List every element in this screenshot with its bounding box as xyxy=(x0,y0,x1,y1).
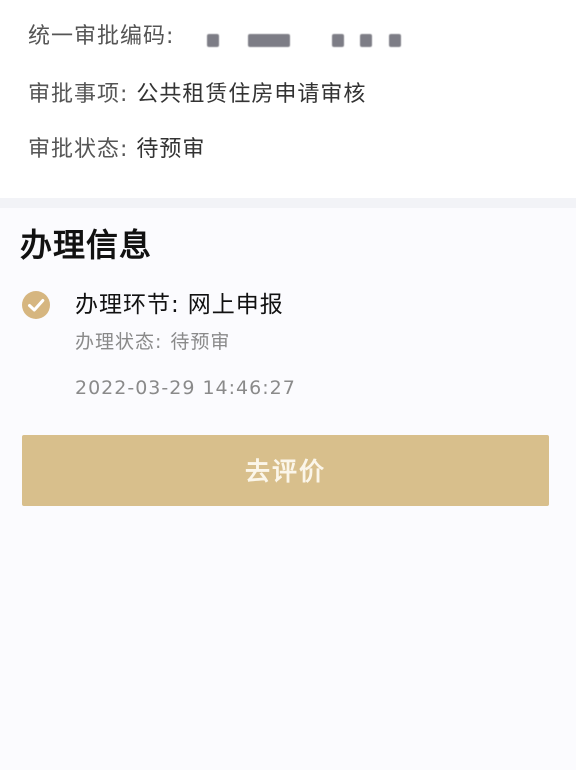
processing-status-value: 待预审 xyxy=(170,331,231,353)
processing-step-row: 办理环节: 网上申报 xyxy=(75,289,284,321)
approval-status-row: 审批状态: 待预审 xyxy=(28,135,205,165)
approval-status-value: 待预审 xyxy=(136,137,206,162)
redacted-code-block xyxy=(207,34,219,47)
processing-step-label: 办理环节: xyxy=(75,292,180,318)
section-divider xyxy=(0,198,576,208)
processing-step-value: 网上申报 xyxy=(187,292,284,318)
approval-item-row: 审批事项: 公共租赁住房申请审核 xyxy=(28,80,366,110)
check-circle-icon xyxy=(22,291,50,319)
approval-item-label: 审批事项: xyxy=(28,82,129,107)
redacted-code-block xyxy=(389,34,401,47)
redacted-code-block xyxy=(360,34,372,47)
redacted-code-block xyxy=(248,34,290,47)
evaluate-button[interactable]: 去评价 xyxy=(22,435,549,506)
page: 统一审批编码: 审批事项: 公共租赁住房申请审核 审批状态: 待预审 办理信息 办理… xyxy=(0,0,576,770)
processing-status-label: 办理状态: xyxy=(75,331,163,353)
redacted-code-block xyxy=(332,34,344,47)
approval-item-value: 公共租赁住房申请审核 xyxy=(136,82,367,107)
processing-timestamp: 2022-03-29 14:46:27 xyxy=(75,377,296,399)
section-title: 办理信息 xyxy=(20,226,153,264)
approval-status-label: 审批状态: xyxy=(28,137,129,162)
approval-code-row: 统一审批编码: xyxy=(28,22,174,52)
processing-status-row: 办理状态: 待预审 xyxy=(75,328,230,356)
approval-code-label: 统一审批编码: xyxy=(28,24,175,49)
approval-card: 统一审批编码: 审批事项: 公共租赁住房申请审核 审批状态: 待预审 xyxy=(0,0,576,198)
